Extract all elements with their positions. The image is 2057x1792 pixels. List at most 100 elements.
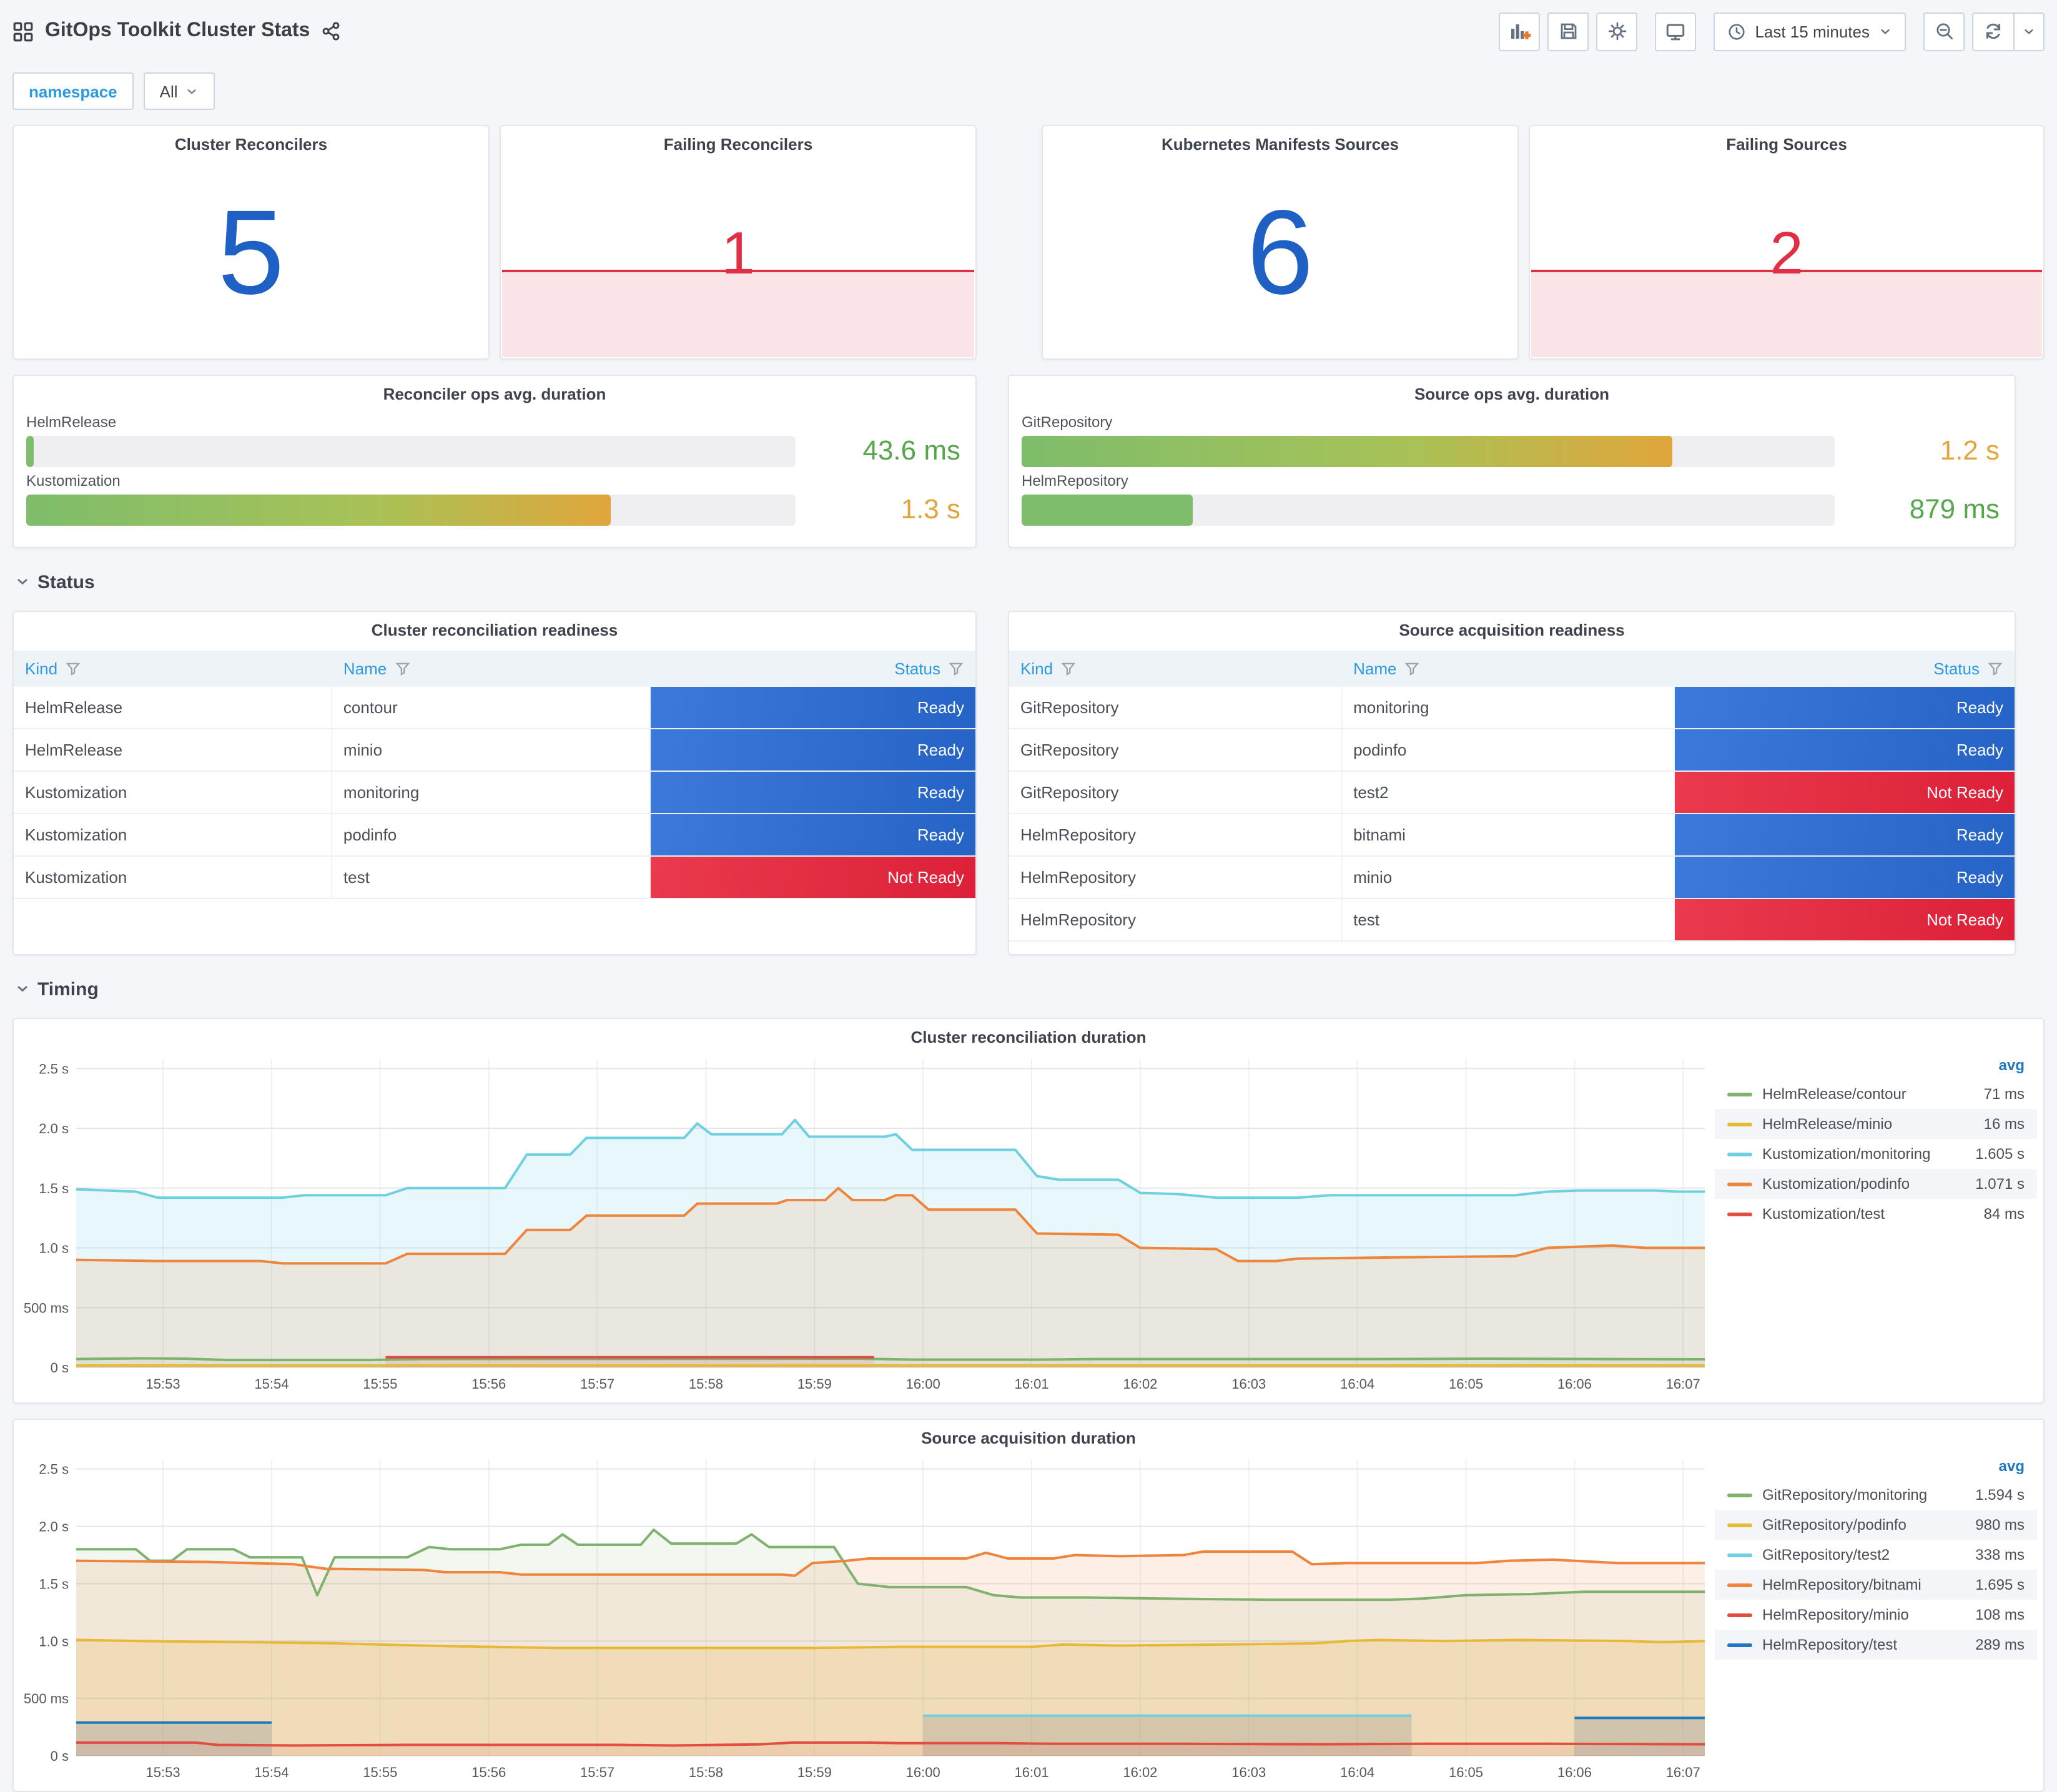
cell-name: podinfo xyxy=(332,814,651,855)
cell-kind: HelmRepository xyxy=(1009,899,1343,940)
stat-panel-kubernetes-manifests-sources: Kubernetes Manifests Sources 6 xyxy=(1042,125,1519,360)
svg-text:15:53: 15:53 xyxy=(146,1765,180,1780)
save-dashboard-button[interactable] xyxy=(1547,12,1589,51)
namespace-variable-label[interactable]: namespace xyxy=(12,72,134,110)
table-header-row: Kind Name Status xyxy=(14,651,975,687)
gauge-bar-fill xyxy=(26,494,611,525)
dashboard-grid-icon[interactable] xyxy=(12,21,34,42)
legend-series-avg: 16 ms xyxy=(1983,1115,2025,1133)
cell-status: Not Ready xyxy=(650,857,975,898)
column-header-kind[interactable]: Kind xyxy=(1009,651,1342,687)
svg-text:16:06: 16:06 xyxy=(1557,1376,1592,1392)
filter-funnel-icon xyxy=(1405,662,1419,676)
legend-item-helmrepository-bitnami[interactable]: HelmRepository/bitnami 1.695 s xyxy=(1715,1570,2037,1600)
legend-series-avg: 1.594 s xyxy=(1975,1486,2025,1504)
column-header-name[interactable]: Name xyxy=(332,651,651,687)
table-panel-source-acquisition-readiness: Source acquisition readiness Kind Name Stat… xyxy=(1008,611,2016,955)
legend-series-avg: 338 ms xyxy=(1975,1546,2025,1563)
legend-series-name: HelmRepository/minio xyxy=(1762,1606,1909,1623)
cell-kind: GitRepository xyxy=(1009,772,1343,813)
svg-text:2.5 s: 2.5 s xyxy=(39,1462,69,1477)
table-header-row: Kind Name Status xyxy=(1009,651,2015,687)
legend-item-helmrepository-minio[interactable]: HelmRepository/minio 108 ms xyxy=(1715,1600,2037,1630)
stat-panel-failing-reconcilers: Failing Reconcilers 1 xyxy=(500,125,977,360)
page-title: GitOps Toolkit Cluster Stats xyxy=(45,20,310,41)
gauge-row-helmrelease: HelmRelease 43.6 ms xyxy=(26,413,960,467)
legend-item-helmrelease-minio[interactable]: HelmRelease/minio 16 ms xyxy=(1715,1109,2037,1139)
legend-avg-header[interactable]: avg xyxy=(1715,1054,2037,1079)
readiness-table: Kind Name Status HelmRelease contour Ready Hel… xyxy=(14,651,975,899)
legend-avg-header[interactable]: avg xyxy=(1715,1455,2037,1480)
legend-item-kustomization-monitoring[interactable]: Kustomization/monitoring 1.605 s xyxy=(1715,1139,2037,1169)
gauge-bar-value: 1.3 s xyxy=(900,493,960,524)
cycle-view-mode-button[interactable] xyxy=(1655,12,1697,51)
dashboard-header: GitOps Toolkit Cluster Stats Last 15 min… xyxy=(12,10,2045,52)
section-header-timing[interactable]: Timing xyxy=(15,975,2045,1003)
share-icon[interactable] xyxy=(321,21,341,41)
column-header-label: Name xyxy=(1353,659,1397,678)
chart-legend: avg GitRepository/monitoring 1.594 s GitRep… xyxy=(1715,1452,2040,1791)
chart-canvas[interactable]: 15:53 15:54 15:55 15:56 15:57 15:58 15:59 16:00… xyxy=(14,1051,1715,1402)
gauge-bar-track xyxy=(1022,435,1835,466)
column-header-kind[interactable]: Kind xyxy=(14,651,332,687)
refresh-interval-dropdown[interactable] xyxy=(2013,13,2043,49)
legend-series-dash xyxy=(1727,1643,1752,1647)
svg-text:1.5 s: 1.5 s xyxy=(39,1576,69,1592)
legend-item-kustomization-podinfo[interactable]: Kustomization/podinfo 1.071 s xyxy=(1715,1169,2037,1199)
gauge-panel-title: Reconciler ops avg. duration xyxy=(383,385,606,403)
table-row: HelmRepository test Not Ready xyxy=(1009,899,2015,942)
namespace-value-text: All xyxy=(159,82,178,101)
legend-series-dash xyxy=(1727,1523,1752,1527)
time-range-picker[interactable]: Last 15 minutes xyxy=(1714,12,1906,51)
legend-series-dash xyxy=(1727,1122,1752,1126)
legend-series-name: HelmRepository/test xyxy=(1762,1636,1898,1653)
stat-panels-row: Cluster Reconcilers 5 Failing Reconcilers 1… xyxy=(12,125,2045,360)
svg-text:16:00: 16:00 xyxy=(906,1765,940,1780)
legend-item-helmrelease-contour[interactable]: HelmRelease/contour 71 ms xyxy=(1715,1079,2037,1109)
svg-text:2.0 s: 2.0 s xyxy=(39,1519,69,1535)
legend-item-kustomization-test[interactable]: Kustomization/test 84 ms xyxy=(1715,1199,2037,1229)
svg-text:16:05: 16:05 xyxy=(1449,1376,1483,1392)
chevron-down-icon xyxy=(17,986,27,992)
svg-text:1.5 s: 1.5 s xyxy=(39,1181,69,1196)
svg-text:2.5 s: 2.5 s xyxy=(39,1061,69,1076)
legend-series-dash xyxy=(1727,1493,1752,1497)
gauge-panel-source-ops: Source ops avg. duration GitRepository 1.2… xyxy=(1008,375,2016,548)
svg-text:16:02: 16:02 xyxy=(1123,1765,1157,1780)
legend-item-helmrepository-test[interactable]: HelmRepository/test 289 ms xyxy=(1715,1630,2037,1660)
legend-series-name: HelmRepository/bitnami xyxy=(1762,1576,1921,1593)
cell-status: Ready xyxy=(1675,814,2015,855)
add-panel-button[interactable] xyxy=(1499,12,1541,51)
legend-series-dash xyxy=(1727,1152,1752,1156)
legend-item-gitrepository-test2[interactable]: GitRepository/test2 338 ms xyxy=(1715,1540,2037,1570)
chart-canvas[interactable]: 15:53 15:54 15:55 15:56 15:57 15:58 15:59 16:00… xyxy=(14,1452,1715,1791)
section-label: Status xyxy=(37,571,95,593)
cell-kind: HelmRelease xyxy=(14,729,332,770)
dashboard-settings-button[interactable] xyxy=(1596,12,1638,51)
column-header-status[interactable]: Status xyxy=(1675,651,2015,687)
cell-kind: GitRepository xyxy=(1009,687,1343,728)
cell-kind: GitRepository xyxy=(1009,729,1343,770)
cell-status: Not Ready xyxy=(1675,772,2015,813)
legend-series-avg: 1.605 s xyxy=(1975,1145,2025,1163)
section-header-status[interactable]: Status xyxy=(15,568,2045,596)
refresh-dashboard-button[interactable] xyxy=(1973,13,2013,49)
legend-item-gitrepository-monitoring[interactable]: GitRepository/monitoring 1.594 s xyxy=(1715,1480,2037,1510)
legend-item-gitrepository-podinfo[interactable]: GitRepository/podinfo 980 ms xyxy=(1715,1510,2037,1540)
svg-text:16:04: 16:04 xyxy=(1340,1765,1374,1780)
namespace-variable-value[interactable]: All xyxy=(143,72,215,110)
gauge-bar-fill xyxy=(1022,494,1193,525)
zoom-out-time-button[interactable] xyxy=(1923,12,1965,51)
svg-text:0 s: 0 s xyxy=(51,1360,69,1376)
legend-series-name: GitRepository/podinfo xyxy=(1762,1516,1907,1534)
gauge-bar-label: Kustomization xyxy=(26,472,121,490)
refresh-button-group xyxy=(1972,12,2045,51)
table-row: Kustomization monitoring Ready xyxy=(14,772,975,814)
legend-series-dash xyxy=(1727,1212,1752,1216)
column-header-status[interactable]: Status xyxy=(651,651,975,687)
legend-series-avg: 108 ms xyxy=(1975,1606,2025,1623)
column-header-label: Kind xyxy=(25,659,58,678)
column-header-name[interactable]: Name xyxy=(1342,651,1675,687)
table-panel-title: Cluster reconciliation readiness xyxy=(371,621,618,639)
svg-text:1.0 s: 1.0 s xyxy=(39,1633,69,1649)
